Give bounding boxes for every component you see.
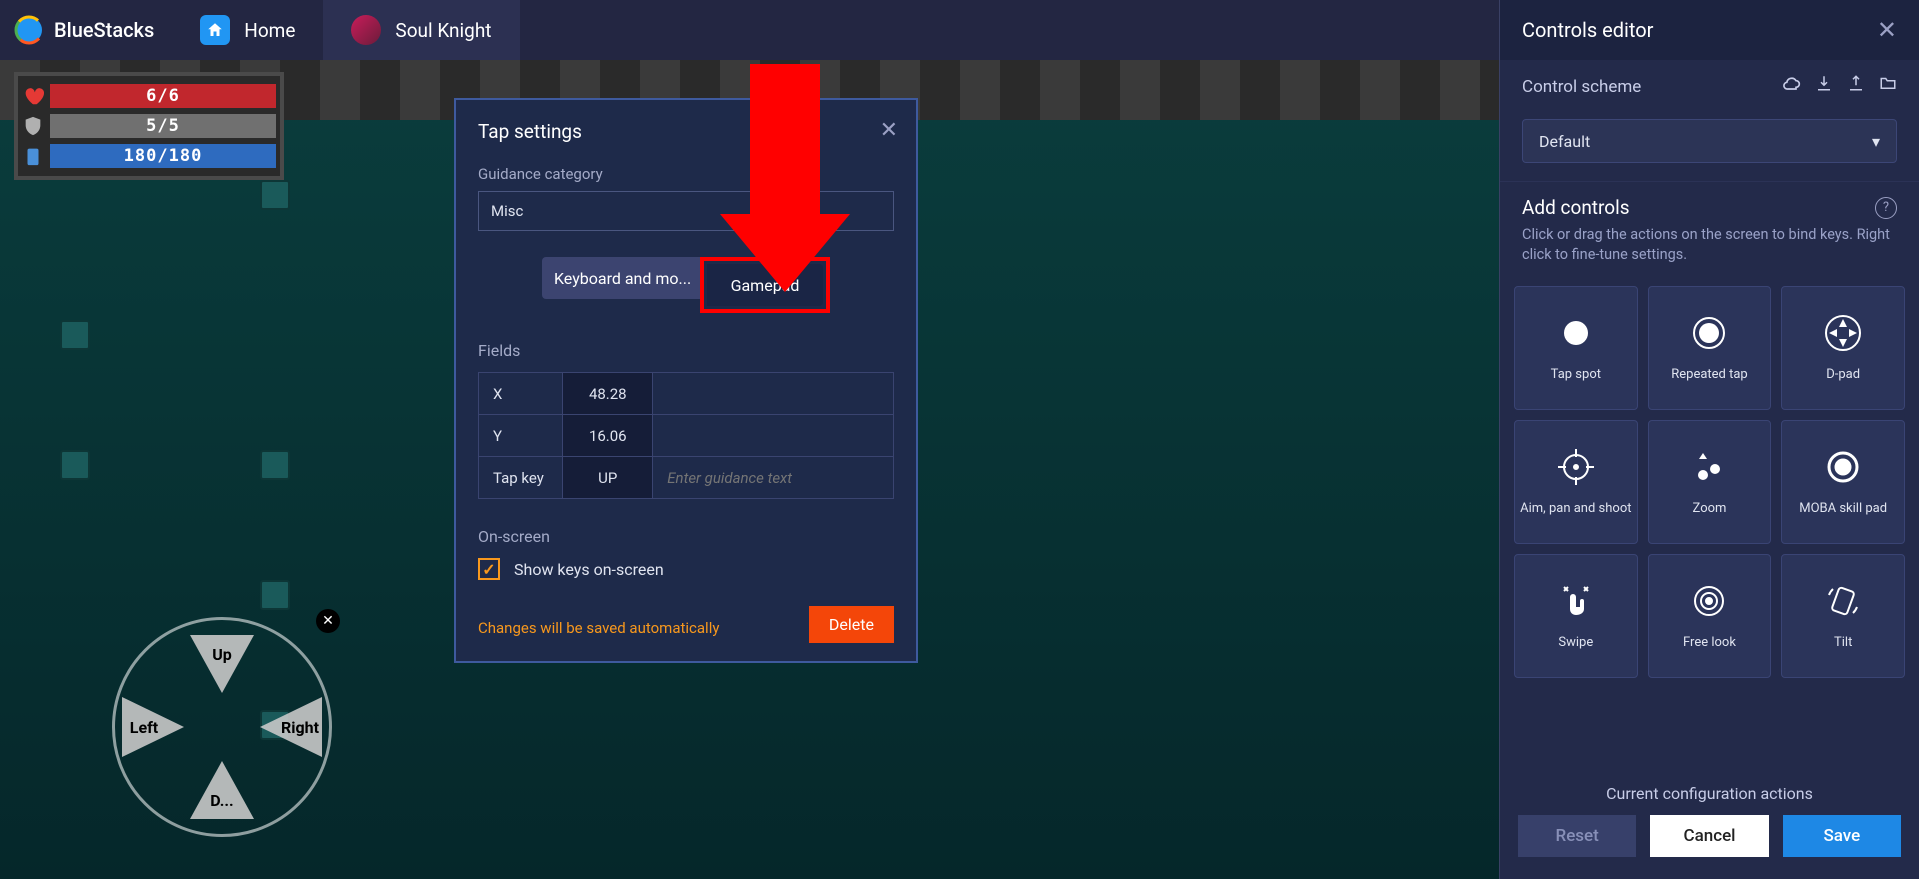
config-actions-label: Current configuration actions xyxy=(1518,784,1901,803)
tile-label: Repeated tap xyxy=(1671,367,1748,382)
show-keys-row[interactable]: ✓ Show keys on-screen xyxy=(478,558,894,580)
hp-value: 6/6 xyxy=(50,84,276,108)
tile-swipe[interactable]: Swipe xyxy=(1514,554,1638,678)
mana-icon xyxy=(22,145,44,167)
swipe-icon xyxy=(1556,581,1596,621)
tab-home-label: Home xyxy=(244,19,295,42)
table-row: X 48.28 xyxy=(479,373,894,415)
scheme-select[interactable]: Default ▾ xyxy=(1522,119,1897,163)
delete-button[interactable]: Delete xyxy=(809,606,894,643)
tile-label: Tap spot xyxy=(1551,367,1601,382)
tile-label: Free look xyxy=(1683,635,1736,650)
tile-label: Zoom xyxy=(1693,501,1727,516)
chevron-down-icon: ▾ xyxy=(1872,132,1880,151)
brand-text: BlueStacks xyxy=(54,18,154,42)
brand-area: BlueStacks xyxy=(0,0,172,60)
zoom-icon xyxy=(1689,447,1729,487)
y-value[interactable]: 16.06 xyxy=(563,415,653,457)
bluestacks-logo-icon xyxy=(14,15,44,45)
x-label: X xyxy=(479,373,563,415)
eye-icon xyxy=(1689,581,1729,621)
tile-dpad[interactable]: D-pad xyxy=(1781,286,1905,410)
tile-label: Aim, pan and shoot xyxy=(1520,501,1631,516)
tile-label: D-pad xyxy=(1826,367,1860,382)
home-icon xyxy=(200,15,230,45)
hud-stats: 6/6 5/5 180/180 xyxy=(14,72,284,180)
tapkey-value[interactable]: UP xyxy=(563,457,653,499)
folder-icon[interactable] xyxy=(1879,74,1897,99)
autosave-note: Changes will be saved automatically xyxy=(478,619,719,637)
tab-home[interactable]: Home xyxy=(172,0,323,60)
table-row: Y 16.06 xyxy=(479,415,894,457)
floor-tile xyxy=(260,450,290,480)
tab-game-label: Soul Knight xyxy=(395,19,491,42)
tile-aim-pan-shoot[interactable]: Aim, pan and shoot xyxy=(1514,420,1638,544)
tapkey-label: Tap key xyxy=(479,457,563,499)
tile-free-look[interactable]: Free look xyxy=(1648,554,1772,678)
dpad-control[interactable]: Up D... Left Right ✕ xyxy=(112,617,332,837)
guidance-text-input[interactable] xyxy=(667,469,879,487)
tile-moba-skill[interactable]: MOBA skill pad xyxy=(1781,420,1905,544)
repeated-tap-icon xyxy=(1689,313,1729,353)
panel-close-icon[interactable]: ✕ xyxy=(1877,16,1897,44)
panel-title: Controls editor xyxy=(1522,18,1653,42)
modal-close-icon[interactable]: ✕ xyxy=(880,118,898,143)
floor-tile xyxy=(260,580,290,610)
crosshair-icon xyxy=(1556,447,1596,487)
tile-label: Tilt xyxy=(1834,635,1852,650)
show-keys-label: Show keys on-screen xyxy=(514,560,664,579)
floor-tile xyxy=(260,180,290,210)
moba-icon xyxy=(1823,447,1863,487)
save-button[interactable]: Save xyxy=(1783,815,1901,857)
arrow-annotation xyxy=(710,64,860,298)
fields-label: Fields xyxy=(478,341,894,360)
cancel-button[interactable]: Cancel xyxy=(1650,815,1768,857)
help-icon[interactable]: ? xyxy=(1875,197,1897,219)
tilt-icon xyxy=(1823,581,1863,621)
scheme-value: Default xyxy=(1539,132,1590,151)
scheme-label: Control scheme xyxy=(1522,77,1641,97)
tile-tilt[interactable]: Tilt xyxy=(1781,554,1905,678)
add-controls-title: Add controls xyxy=(1522,196,1630,219)
import-icon[interactable] xyxy=(1815,74,1833,99)
tile-repeated-tap[interactable]: Repeated tap xyxy=(1648,286,1772,410)
tile-zoom[interactable]: Zoom xyxy=(1648,420,1772,544)
onscreen-label: On-screen xyxy=(478,527,894,546)
heart-icon xyxy=(22,85,44,107)
floor-tile xyxy=(60,320,90,350)
reset-button[interactable]: Reset xyxy=(1518,815,1636,857)
armor-value: 5/5 xyxy=(50,114,276,138)
controls-grid: Tap spot Repeated tap D-pad Aim, pan and… xyxy=(1500,286,1919,678)
export-icon[interactable] xyxy=(1847,74,1865,99)
tab-soul-knight[interactable]: Soul Knight xyxy=(323,0,519,60)
x-value[interactable]: 48.28 xyxy=(563,373,653,415)
keyboard-mouse-tab[interactable]: Keyboard and mo... xyxy=(542,257,704,299)
show-keys-checkbox[interactable]: ✓ xyxy=(478,558,500,580)
tile-tap-spot[interactable]: Tap spot xyxy=(1514,286,1638,410)
y-label: Y xyxy=(479,415,563,457)
dpad-close-icon[interactable]: ✕ xyxy=(316,609,340,633)
tap-spot-icon xyxy=(1556,313,1596,353)
tile-label: MOBA skill pad xyxy=(1799,501,1887,516)
floor-tile xyxy=(60,450,90,480)
shield-icon xyxy=(22,115,44,137)
mana-value: 180/180 xyxy=(50,144,276,168)
dpad-icon xyxy=(1823,313,1863,353)
controls-editor-panel: Controls editor ✕ Control scheme Default… xyxy=(1499,0,1919,879)
add-controls-subtitle: Click or drag the actions on the screen … xyxy=(1522,225,1897,266)
tile-label: Swipe xyxy=(1558,635,1593,650)
table-row: Tap key UP xyxy=(479,457,894,499)
cloud-icon[interactable] xyxy=(1781,74,1801,99)
soul-knight-icon xyxy=(351,15,381,45)
fields-table: X 48.28 Y 16.06 Tap key UP xyxy=(478,372,894,499)
